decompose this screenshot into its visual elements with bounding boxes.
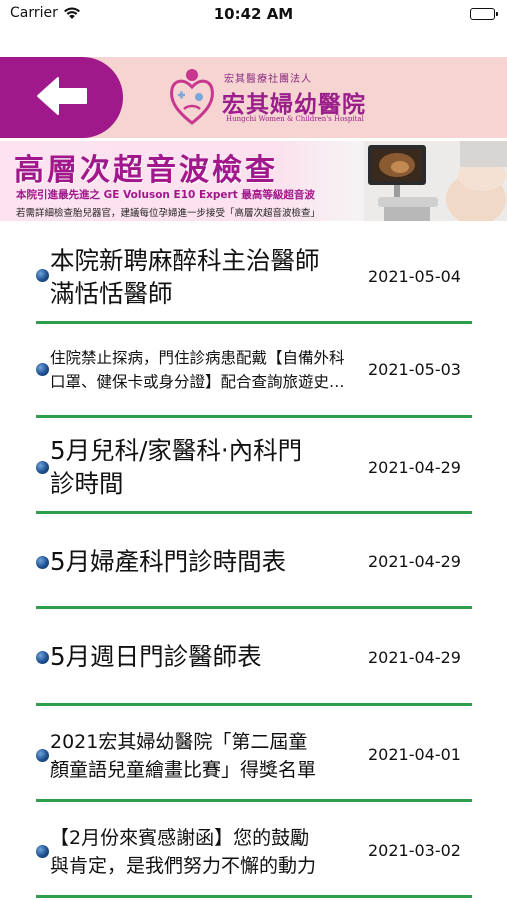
bullet-icon xyxy=(36,461,49,474)
logo-english-name: Hungchi Women & Children's Hospital xyxy=(226,115,364,123)
bullet-icon xyxy=(36,749,49,762)
app-header: 宏其醫療社團法人 宏其婦幼醫院 Hungchi Women & Children… xyxy=(0,57,507,138)
news-date: 2021-05-03 xyxy=(368,360,461,379)
news-list: 本院新聘麻醉科主治醫師 滿恬恬醫師 2021-05-04 住院禁止探病，門住診病… xyxy=(0,226,507,898)
divider xyxy=(36,895,472,898)
news-title: 2021宏其婦幼醫院「第二屆童 顏童語兒童繪畫比賽」得獎名單 xyxy=(50,731,317,781)
bullet-icon xyxy=(36,845,49,858)
bullet-icon xyxy=(36,363,49,376)
news-date: 2021-05-04 xyxy=(368,267,461,286)
bullet-icon xyxy=(36,269,49,282)
news-date: 2021-03-02 xyxy=(368,841,461,860)
list-item[interactable]: 5月兒科/家醫科‧內科門 診時間 2021-04-29 xyxy=(0,418,507,514)
bullet-icon xyxy=(36,556,49,569)
news-date: 2021-04-29 xyxy=(368,458,461,477)
logo-org-text: 宏其醫療社團法人 xyxy=(224,74,312,85)
news-title: 住院禁止探病，門住診病患配戴【自備外科 口罩、健保卡或身分證】配合查詢旅遊史… xyxy=(50,349,345,391)
bullet-icon xyxy=(36,651,49,664)
arrow-left-icon xyxy=(34,74,90,122)
ultrasound-banner[interactable]: 高層次超音波檢查 本院引進最先進之 GE Voluson E10 Expert … xyxy=(0,141,507,221)
news-date: 2021-04-01 xyxy=(368,745,461,764)
list-item[interactable]: 本院新聘麻醉科主治醫師 滿恬恬醫師 2021-05-04 xyxy=(0,226,507,324)
news-date: 2021-04-29 xyxy=(368,552,461,571)
logo-hospital-name: 宏其婦幼醫院 xyxy=(222,92,366,118)
list-item[interactable]: 2021宏其婦幼醫院「第二屆童 顏童語兒童繪畫比賽」得獎名單 2021-04-0… xyxy=(0,706,507,802)
list-item[interactable]: 【2月份來賓感謝函】您的鼓勵 與肯定，是我們努力不懈的動力 2021-03-02 xyxy=(0,802,507,898)
ultrasound-machine-image xyxy=(364,141,507,221)
news-title: 【2月份來賓感謝函】您的鼓勵 與肯定，是我們努力不懈的動力 xyxy=(50,827,317,877)
clock: 10:42 AM xyxy=(213,5,294,23)
hospital-logo: 宏其醫療社團法人 宏其婦幼醫院 Hungchi Women & Children… xyxy=(166,62,381,134)
news-title: 5月兒科/家醫科‧內科門 診時間 xyxy=(50,436,303,498)
hospital-logo-icon xyxy=(170,69,214,125)
news-date: 2021-04-29 xyxy=(368,648,461,667)
status-bar: Carrier 10:42 AM xyxy=(0,0,507,30)
news-title: 本院新聘麻醉科主治醫師 滿恬恬醫師 xyxy=(50,246,320,308)
banner-caption: 若需詳細檢查胎兒器官，建議每位孕婦進一步接受「高層次超音波檢查」 xyxy=(16,208,321,219)
banner-title: 高層次超音波檢查 xyxy=(14,153,278,188)
banner-subtitle: 本院引進最先進之 GE Voluson E10 Expert 最高等級超音波 xyxy=(16,189,315,201)
list-item[interactable]: 5月週日門診醫師表 2021-04-29 xyxy=(0,609,507,706)
battery-icon xyxy=(470,8,498,20)
news-title: 5月婦產科門診時間表 xyxy=(50,547,287,576)
back-button[interactable] xyxy=(0,57,123,138)
list-item[interactable]: 5月婦產科門診時間表 2021-04-29 xyxy=(0,514,507,609)
list-item[interactable]: 住院禁止探病，門住診病患配戴【自備外科 口罩、健保卡或身分證】配合查詢旅遊史… … xyxy=(0,324,507,418)
news-title: 5月週日門診醫師表 xyxy=(50,642,262,671)
